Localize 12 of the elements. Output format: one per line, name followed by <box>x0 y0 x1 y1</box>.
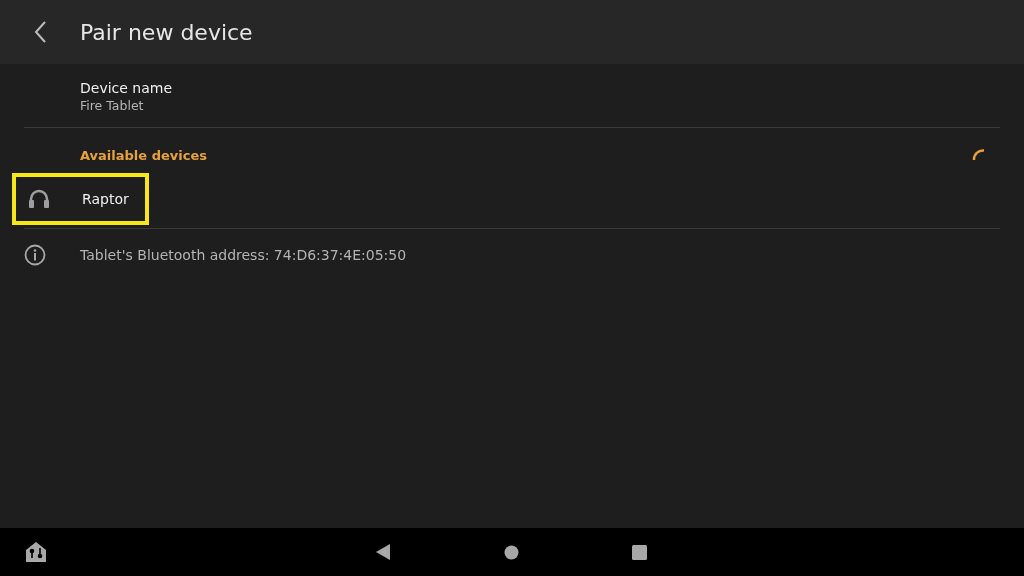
info-icon <box>24 244 46 266</box>
section-heading: Available devices <box>80 147 207 163</box>
back-nav-button[interactable] <box>375 544 391 560</box>
headphones-icon <box>28 189 50 209</box>
device-list-item[interactable]: Raptor <box>12 173 149 225</box>
bluetooth-address-text: Tablet's Bluetooth address: 74:D6:37:4E:05:50 <box>80 247 407 263</box>
device-name-label: Device name <box>80 80 174 96</box>
home-settings-icon[interactable] <box>25 541 47 563</box>
page-title: Pair new device <box>80 19 253 45</box>
recents-nav-button[interactable] <box>632 544 647 560</box>
device-name-value: Fire Tablet <box>80 98 145 113</box>
home-nav-button[interactable] <box>504 544 519 560</box>
